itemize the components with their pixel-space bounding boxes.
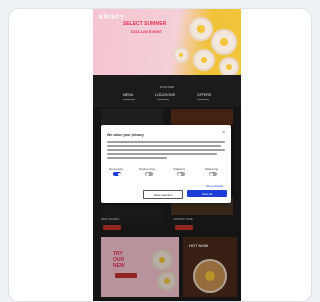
toggle-label-preferences: Preferences bbox=[139, 167, 156, 171]
donut-image bbox=[193, 49, 215, 71]
toggle-label-statistics: Statistics bbox=[173, 167, 186, 171]
dialog-title: We value your privacy bbox=[107, 133, 144, 137]
marketing-toggle[interactable] bbox=[209, 172, 217, 176]
cookie-consent-dialog: We value your privacy × Necessary Prefer… bbox=[101, 125, 231, 203]
donut-image bbox=[211, 29, 237, 55]
hero-headline: SELECT SUMMER bbox=[123, 21, 167, 27]
nav-underline bbox=[123, 99, 135, 100]
mobile-page-screenshot: KRISPY SELECT SUMMER DOZ-LIM EVENT EXPLO… bbox=[93, 9, 241, 301]
toggle-label-necessary: Necessary bbox=[109, 167, 124, 171]
donut-image bbox=[219, 57, 239, 75]
necessary-toggle[interactable] bbox=[113, 172, 121, 176]
nav-item-offers[interactable]: OFFERS bbox=[197, 93, 211, 97]
nav-underline bbox=[197, 99, 209, 100]
dialog-text-line bbox=[107, 153, 217, 155]
nav-underline bbox=[157, 99, 169, 100]
preview-card: KRISPY SELECT SUMMER DOZ-LIM EVENT EXPLO… bbox=[8, 8, 312, 302]
dialog-text-line bbox=[107, 149, 225, 151]
dialog-text-line bbox=[107, 145, 221, 147]
brand-logo[interactable]: KRISPY bbox=[99, 15, 124, 21]
toggle-label-marketing: Marketing bbox=[205, 167, 219, 171]
allow-selection-button[interactable]: Allow selection bbox=[143, 190, 183, 199]
donut-image bbox=[173, 47, 189, 63]
preferences-toggle[interactable] bbox=[145, 172, 153, 176]
dialog-text-line bbox=[107, 157, 167, 159]
statistics-toggle[interactable] bbox=[177, 172, 185, 176]
donut-image bbox=[189, 17, 213, 41]
nav-item-locations[interactable]: LOCATIONS bbox=[155, 93, 175, 97]
hero-subheadline: DOZ-LIM EVENT bbox=[131, 29, 163, 34]
nav-item-menu[interactable]: MENU bbox=[123, 93, 133, 97]
nav-subtitle: EXPLORE bbox=[159, 85, 175, 89]
hero-banner[interactable]: KRISPY SELECT SUMMER DOZ-LIM EVENT bbox=[93, 9, 241, 75]
allow-all-button[interactable]: Allow all bbox=[187, 190, 227, 197]
close-icon[interactable]: × bbox=[222, 130, 225, 136]
show-details-link[interactable]: Show details bbox=[206, 184, 223, 188]
category-nav: EXPLORE MENU LOCATIONS OFFERS bbox=[93, 75, 241, 107]
dialog-text-line bbox=[107, 141, 225, 143]
